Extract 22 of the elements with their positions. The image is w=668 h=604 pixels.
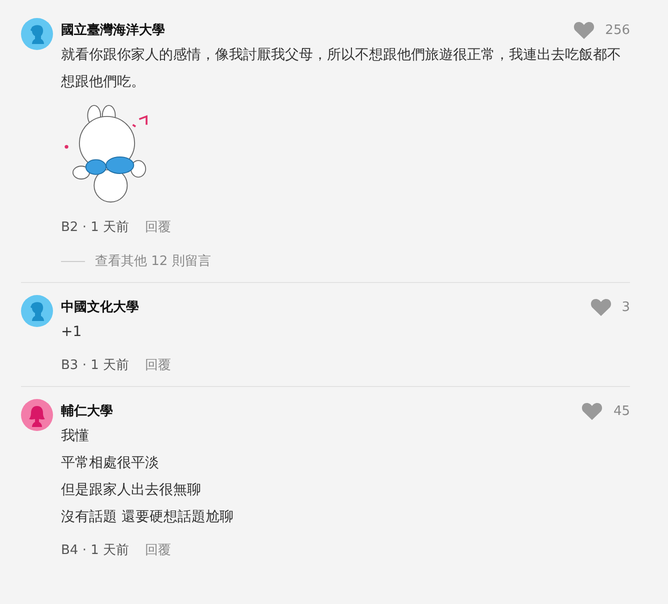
comment-text: 我懂 — [61, 427, 90, 446]
comment-meta: B3 · 1 天前 — [61, 357, 129, 374]
comment-meta: B2 · 1 天前 — [61, 219, 129, 236]
reply-link[interactable]: 回覆 — [145, 218, 171, 236]
reply-link[interactable]: 回覆 — [145, 541, 171, 559]
author-name[interactable]: 中國文化大學 — [61, 298, 139, 316]
like-count: 256 — [605, 22, 630, 38]
comment-text: 但是跟家人出去很無聊 — [61, 481, 202, 500]
heart-icon[interactable] — [573, 20, 596, 40]
author-name[interactable]: 輔仁大學 — [61, 402, 113, 420]
like-count: 3 — [622, 300, 630, 314]
like-count: 45 — [613, 404, 630, 418]
comment-text: 沒有話題 還要硬想話題尬聊 — [61, 508, 234, 527]
comment-text: 平常相處很平淡 — [61, 454, 160, 473]
reply-link[interactable]: 回覆 — [145, 356, 171, 374]
comment-text: +1 — [61, 323, 83, 342]
heart-icon[interactable] — [590, 297, 612, 317]
comment-text: 就看你跟你家人的感情，像我討厭我父母，所以不想跟他們旅遊很正常，我連出去吃飯都不想跟他們吃。 — [61, 46, 622, 92]
more-replies-link[interactable]: 查看其他 12 則留言 — [61, 252, 630, 270]
author-name[interactable]: 國立臺灣海洋大學 — [61, 21, 165, 39]
comment-meta: B4 · 1 天前 — [61, 542, 129, 559]
heart-icon[interactable] — [581, 401, 604, 421]
